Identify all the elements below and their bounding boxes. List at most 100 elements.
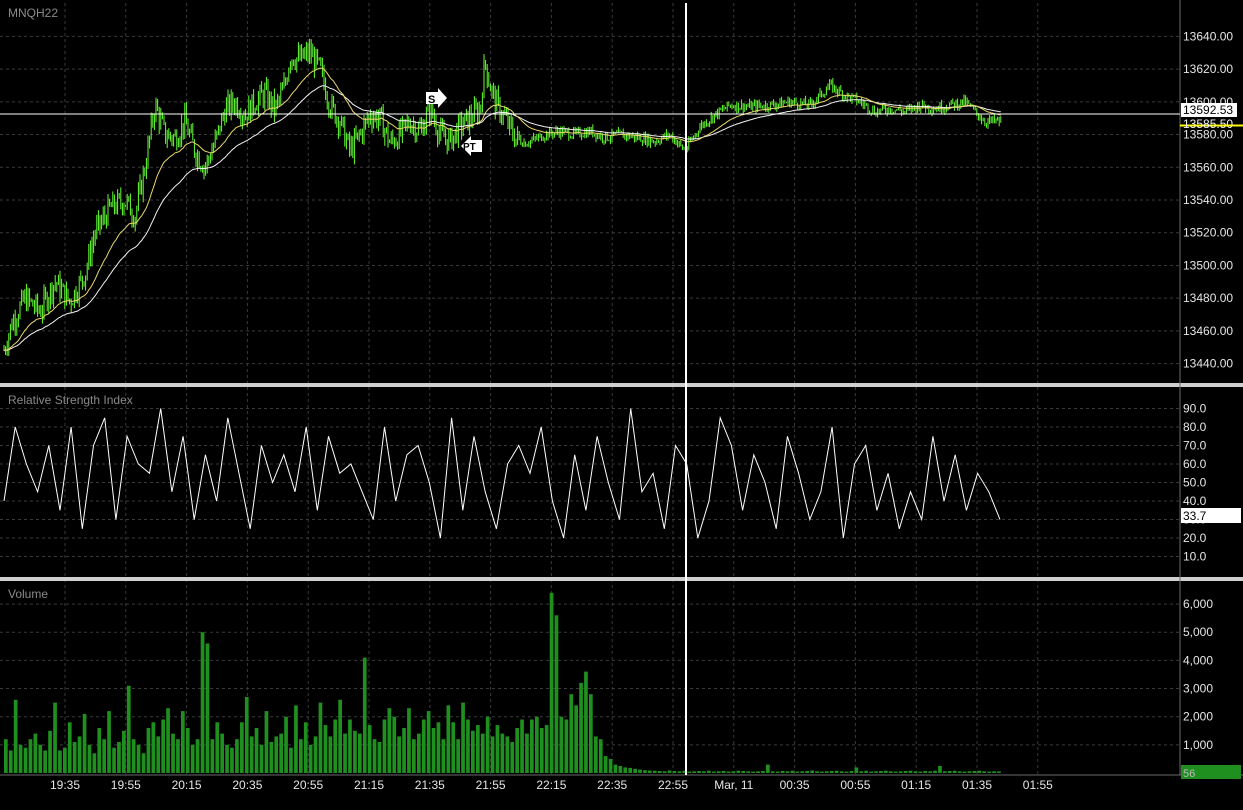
volume-bar: [426, 711, 431, 773]
rsi-tick-label: 50.0: [1183, 476, 1207, 490]
volume-bar: [879, 771, 883, 773]
volume-bar: [662, 771, 667, 773]
volume-bar: [4, 739, 8, 773]
trading-chart[interactable]: MNQH22 13640.0013620.0013600.0013580.001…: [0, 0, 1243, 810]
volume-bar: [372, 739, 377, 773]
volume-bar: [751, 771, 755, 773]
volume-bar: [790, 770, 795, 773]
volume-bar: [348, 719, 352, 773]
volume-bar: [417, 733, 421, 773]
volume-bar: [402, 728, 406, 773]
volume-bar: [834, 770, 839, 773]
volume-bar: [933, 770, 937, 773]
volume-bar: [913, 771, 918, 773]
volume-bar: [412, 739, 416, 773]
volume-bar: [367, 725, 372, 773]
volume-bar: [500, 733, 505, 773]
profit-target-marker-label: PT: [463, 142, 476, 153]
volume-bar: [171, 733, 175, 773]
volume-bar: [156, 736, 161, 773]
volume-bar: [864, 770, 868, 773]
divider-rsi-volume[interactable]: [0, 577, 1243, 581]
volume-bar: [200, 632, 205, 773]
volume-bar: [122, 730, 126, 773]
volume-bar: [741, 771, 746, 773]
volume-bar: [923, 771, 927, 773]
volume-bar: [569, 694, 574, 773]
time-axis: 19:35 19:55 20:15 20:35 20:55 21:15 21:35 21:55…: [50, 778, 1053, 792]
x-tick-label: 22:55: [658, 778, 688, 792]
volume-bar: [564, 719, 569, 773]
volume-bar: [131, 739, 136, 773]
x-tick-label: 21:15: [354, 778, 384, 792]
volume-bar: [766, 764, 770, 773]
volume-bar: [608, 758, 613, 773]
price-panel-title: MNQH22: [8, 6, 58, 20]
volume-bar: [736, 770, 741, 773]
volume-bar: [230, 747, 234, 773]
volume-bar: [446, 705, 451, 773]
volume-bar: [884, 770, 888, 773]
rsi-tick-label: 70.0: [1183, 439, 1207, 453]
x-tick-label: 21:55: [476, 778, 506, 792]
x-tick-label: 01:15: [901, 778, 931, 792]
volume-bar: [107, 711, 111, 773]
x-tick-label: 20:35: [232, 778, 262, 792]
volume-bar: [554, 615, 559, 773]
volume-bar: [58, 750, 62, 773]
volume-bar: [190, 744, 195, 773]
volume-bar: [225, 744, 229, 773]
volume-bar: [358, 733, 362, 773]
volume-bar: [746, 771, 751, 773]
volume-bar: [928, 771, 932, 773]
volume-bar: [485, 716, 490, 773]
rsi-y-axis: 90.080.070.060.050.040.030.020.010.0: [1183, 402, 1207, 564]
volume-bar: [495, 725, 500, 773]
volume-bar: [146, 728, 151, 773]
x-tick-label: 01:55: [1023, 778, 1053, 792]
volume-bar: [844, 771, 849, 773]
price-tick-label: 13560.00: [1183, 160, 1233, 174]
volume-bar: [643, 770, 647, 773]
volume-bar: [574, 705, 578, 773]
volume-bar: [559, 716, 564, 773]
volume-bar: [805, 771, 809, 773]
volume-bar: [181, 711, 185, 773]
volume-bar: [539, 728, 544, 773]
volume-bar: [544, 725, 549, 773]
volume-bar: [756, 771, 760, 773]
price-tick-label: 13540.00: [1183, 193, 1233, 207]
volume-bar: [13, 699, 18, 773]
volume-bar: [726, 771, 731, 773]
volume-bar: [38, 744, 43, 773]
volume-bar: [775, 771, 780, 773]
x-tick-label: 21:35: [415, 778, 445, 792]
volume-bar: [43, 750, 47, 773]
price-tick-label: 13460.00: [1183, 324, 1233, 338]
volume-tick-label: 3,000: [1183, 682, 1213, 696]
volume-bar: [195, 739, 200, 773]
volume-bar: [166, 708, 170, 773]
volume-bar: [117, 742, 121, 773]
rsi-tick-label: 90.0: [1183, 402, 1207, 416]
volume-bar: [672, 771, 677, 773]
price-tick-label: 13440.00: [1183, 357, 1233, 371]
volume-bar: [633, 768, 637, 773]
volume-bar: [982, 771, 986, 773]
volume-bar: [8, 750, 13, 773]
volume-bar: [451, 722, 456, 773]
volume-bar: [667, 770, 672, 773]
volume-bar: [623, 767, 628, 773]
volume-bar: [839, 771, 844, 773]
volume-bar: [235, 739, 239, 773]
volume-bar: [938, 766, 942, 773]
volume-bar: [461, 702, 465, 773]
divider-price-rsi[interactable]: [0, 383, 1243, 387]
volume-bar: [598, 739, 603, 773]
volume-bar: [244, 697, 249, 773]
volume-bar: [549, 592, 554, 773]
volume-bar: [220, 733, 224, 773]
volume-bar: [397, 736, 401, 773]
volume-bar: [338, 699, 342, 773]
volume-bar: [618, 766, 623, 773]
